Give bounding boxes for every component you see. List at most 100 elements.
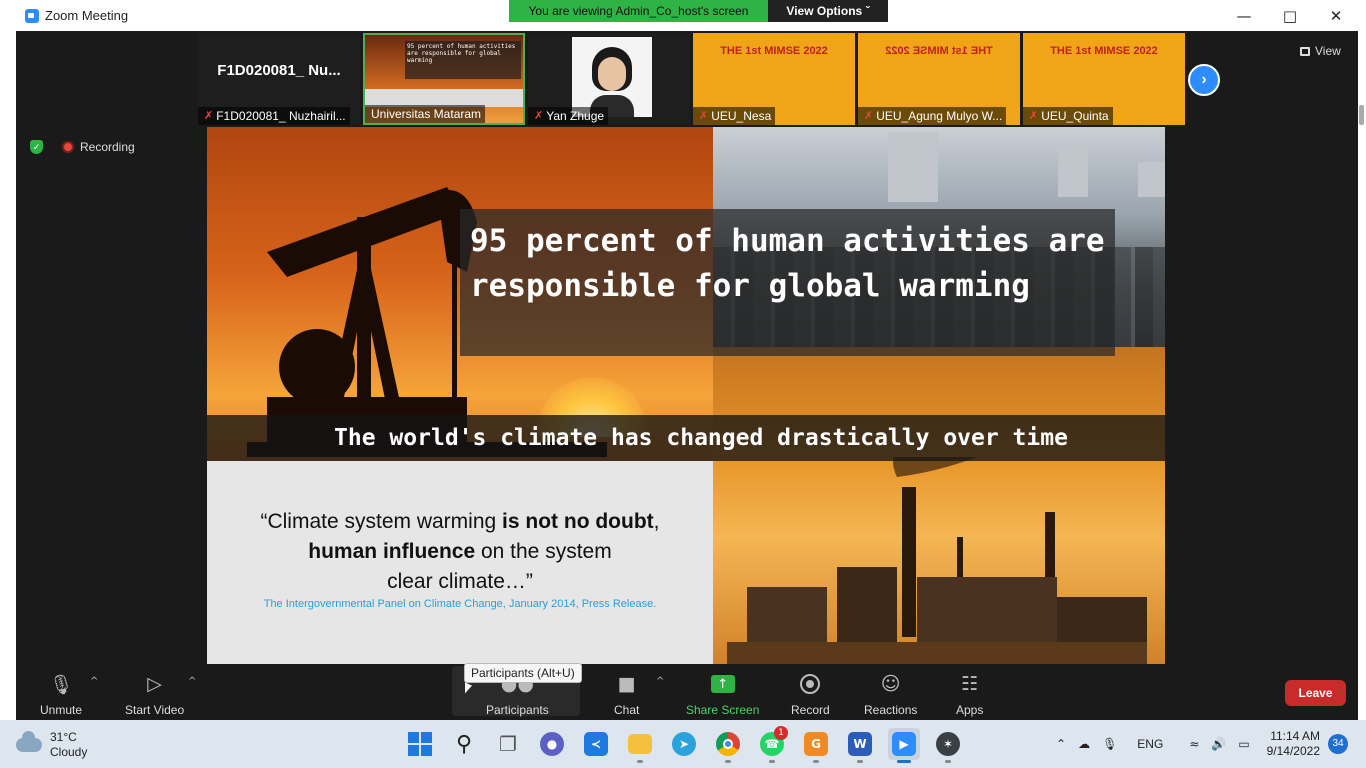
view-options-label: View Options [786, 4, 863, 18]
share-screen-icon: ↑ [710, 675, 735, 693]
next-page-arrow-icon[interactable]: › [1188, 64, 1220, 96]
chat-app-icon: ● [540, 732, 564, 756]
record-dot-icon [62, 141, 74, 153]
view-layout-button[interactable]: View [1300, 44, 1341, 58]
battery-icon[interactable]: ▭ [1238, 737, 1249, 751]
meeting-toolbar: 🎙 Unmute ^ ▷ Start Video ^ Participants … [16, 663, 1358, 720]
apps-icon: ☷ [961, 673, 979, 695]
start-button[interactable] [404, 728, 436, 760]
temperature: 31°C [50, 730, 77, 744]
windows-logo-icon [408, 732, 432, 756]
weather-condition: Cloudy [50, 745, 88, 759]
gallery-strip: F1D020081_ Nu... ✗ F1D020081_ Nuzhairil..… [198, 33, 1185, 125]
video-options-caret[interactable]: ^ [188, 676, 196, 687]
word-icon: W [848, 732, 872, 756]
folder-icon [628, 734, 652, 754]
date: 9/14/2022 [1266, 744, 1320, 758]
shield-icon[interactable]: ✓ [30, 140, 43, 154]
view-options-button[interactable]: View Options ˇ [768, 0, 888, 22]
telegram-icon: ➤ [672, 732, 696, 756]
mini-slide-text: 95 percent of human activities are respo… [405, 41, 521, 79]
apps-button[interactable]: ☷ Apps [956, 672, 983, 717]
file-explorer-button[interactable] [624, 728, 656, 763]
unmute-label: Unmute [40, 703, 83, 717]
zoom-taskbar-button[interactable]: ▶ [888, 728, 920, 763]
participant-name-tag: ✗ UEU_Quinta [1023, 107, 1113, 125]
reactions-button[interactable]: ☺ Reactions [864, 672, 917, 717]
search-button[interactable]: ⚲ [448, 728, 480, 760]
vscode-button[interactable]: ≺ [580, 728, 612, 760]
onedrive-cloud-icon[interactable]: ☁ [1078, 737, 1090, 751]
ppt-app-button[interactable]: G [800, 728, 832, 763]
telegram-button[interactable]: ➤ [668, 728, 700, 760]
clock[interactable]: 11:14 AM 9/14/2022 [1262, 729, 1320, 759]
chrome-button[interactable] [712, 728, 744, 763]
quote-text: “Climate system warming [260, 510, 503, 533]
participant-name: UEU_Nesa [711, 109, 772, 123]
participant-photo [572, 37, 652, 117]
subtitle-caption: The world's climate has changed drastica… [207, 415, 1165, 461]
system-tray: ⌃ ☁ 🎙 ENG ≈ 🔊 ▭ [1056, 720, 1250, 768]
chat-label: Chat [614, 703, 640, 717]
smiley-icon: ☺ [880, 673, 901, 695]
video-off-icon: ▷ [147, 673, 162, 695]
participant-tile[interactable]: THE 1st MIMSE 2022 ✗ UEU_Quinta [1023, 33, 1185, 125]
leave-button[interactable]: Leave [1285, 680, 1346, 706]
scrollbar-thumb[interactable] [1359, 105, 1364, 125]
participant-tile[interactable]: THE 1st MIMSE 2022 ✗ UEU_Nesa [693, 33, 855, 125]
window-title: Zoom Meeting [45, 8, 129, 23]
quote-bold: is not no doubt [502, 510, 654, 533]
language-indicator[interactable]: ENG [1137, 737, 1163, 751]
recording-indicator[interactable]: Recording [62, 140, 135, 154]
unmute-button[interactable]: 🎙 Unmute [40, 672, 83, 718]
viewing-screen-notice: You are viewing Admin_Co_host's screen [509, 0, 768, 22]
wifi-icon[interactable]: ≈ [1189, 737, 1199, 751]
whatsapp-button[interactable]: ☎ 1 [756, 726, 788, 763]
apps-label: Apps [956, 703, 984, 717]
start-video-label: Start Video [125, 703, 185, 717]
zoom-app-icon [25, 8, 39, 23]
share-screen-button[interactable]: ↑ Share Screen [686, 672, 759, 717]
audio-options-caret[interactable]: ^ [90, 676, 98, 687]
microphone-icon[interactable]: 🎙 [1102, 737, 1117, 751]
record-button[interactable]: Record [791, 672, 830, 717]
unread-badge: 1 [774, 726, 788, 740]
participant-tile[interactable]: F1D020081_ Nu... ✗ F1D020081_ Nuzhairil..… [198, 33, 360, 125]
weather-widget[interactable]: 31°C Cloudy [16, 730, 87, 760]
muted-mic-icon: ✗ [1029, 110, 1039, 122]
speaker-icon[interactable]: 🔊 [1211, 737, 1226, 751]
notification-badge[interactable]: 34 [1328, 734, 1348, 754]
muted-mic-icon: ✗ [864, 110, 874, 122]
mimse-banner-title: THE 1st MIMSE 2022 [720, 45, 828, 57]
time: 11:14 AM [1270, 729, 1320, 743]
zoom-icon: ▶ [892, 732, 916, 756]
quote-text: clear climate…” [387, 570, 533, 593]
participant-name: UEU_Quinta [1041, 109, 1109, 123]
word-button[interactable]: W [844, 728, 876, 763]
chevron-down-icon: ˇ [865, 4, 870, 18]
minimize-button[interactable]: — [1221, 0, 1267, 31]
windows-taskbar: 31°C Cloudy ⚲ ❐ ● ≺ ➤ ☎ 1 G W ▶ ✶ ⌃ ☁ 🎙 EN… [0, 720, 1366, 768]
participant-tile[interactable]: ✗ Yan Zhuge [528, 33, 690, 125]
maximize-button[interactable]: □ [1267, 0, 1313, 31]
participant-name-tag: ✗ Yan Zhuge [528, 107, 609, 125]
participant-tile[interactable]: THE 1st MIMSE 2022 ✗ UEU_Agung Mulyo W... [858, 33, 1020, 125]
aperture-app-button[interactable]: ✶ [932, 728, 964, 763]
task-view-button[interactable]: ❐ [492, 728, 524, 760]
close-button[interactable]: ✕ [1313, 0, 1359, 31]
participant-name: Universitas Mataram [371, 107, 482, 121]
skyscraper [1058, 147, 1088, 197]
chevron-up-icon[interactable]: ⌃ [1056, 737, 1066, 751]
view-label: View [1315, 44, 1341, 58]
start-video-button[interactable]: ▷ Start Video [125, 672, 184, 717]
chat-button[interactable]: ■ Chat [614, 672, 639, 717]
chat-options-caret[interactable]: ^ [656, 676, 664, 687]
participant-name: F1D020081_ Nuzhairil... [216, 109, 346, 123]
recording-label: Recording [80, 140, 135, 154]
reactions-label: Reactions [864, 703, 918, 717]
teams-chat-button[interactable]: ● [536, 728, 568, 760]
participant-tile-active[interactable]: 95 percent of human activities are respo… [363, 33, 525, 125]
headline-caption: 95 percent of human activities are respo… [460, 209, 1115, 356]
record-icon [800, 674, 821, 694]
window-left-edge [0, 0, 16, 720]
